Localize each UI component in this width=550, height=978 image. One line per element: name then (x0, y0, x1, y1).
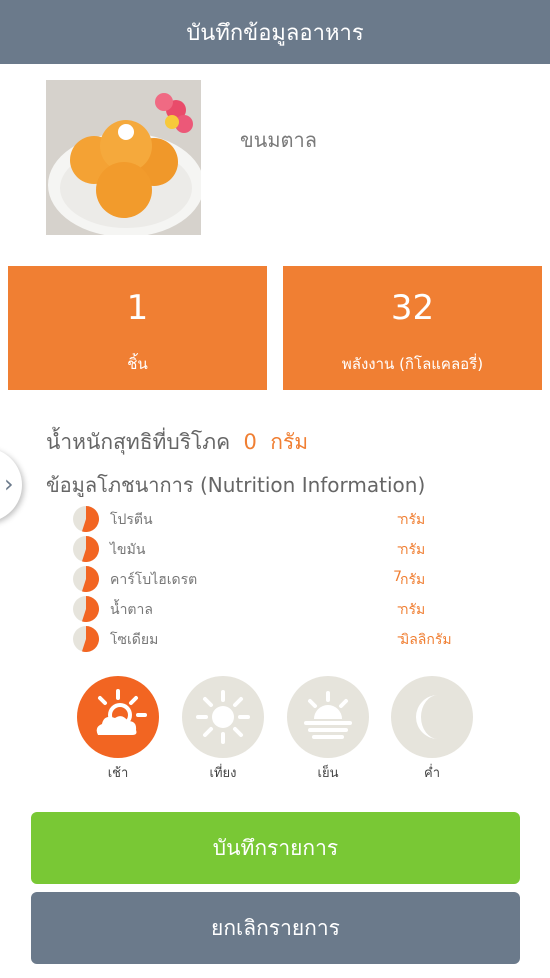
net-weight-value: 0 (243, 430, 257, 454)
moon-icon (391, 676, 473, 758)
meal-dinner[interactable]: เย็น (287, 676, 369, 783)
quantity-box[interactable]: 1 ชิ้น (8, 266, 267, 390)
nutrient-unit: กรัม (400, 542, 426, 558)
nutrient-pie-icon (73, 536, 99, 562)
quantity-label: ชิ้น (127, 355, 148, 373)
nutrient-name: น้ำตาล (110, 602, 153, 618)
app-header: บันทึกข้อมูลอาหาร (0, 0, 550, 64)
nutrient-pie-icon (73, 596, 99, 622)
nutrient-pie-icon (73, 566, 99, 592)
nutrition-title: ข้อมูลโภชนาการ (Nutrition Information) (46, 473, 426, 497)
net-weight-row: น้ำหนักสุทธิที่บริโภค 0 กรัม (46, 426, 308, 459)
page-title: บันทึกข้อมูลอาหาร (186, 20, 364, 46)
nutrient-name: ไขมัน (110, 542, 146, 558)
nutrient-value: - (396, 629, 402, 645)
energy-label: พลังงาน (กิโลแคลอรี่) (341, 355, 484, 373)
nutrition-row-sodium: โซเดียม - มิลลิกรัม (72, 625, 462, 653)
save-entry-button[interactable]: บันทึกรายการ (31, 812, 520, 884)
chevron-right-icon: › (4, 470, 14, 498)
side-drawer-tab[interactable]: › (0, 448, 22, 522)
quantity-value: 1 (126, 288, 149, 328)
nutrient-pie-icon (73, 626, 99, 652)
sun-icon (182, 676, 264, 758)
nutrient-value: - (396, 539, 402, 555)
meal-label: เย็น (317, 766, 339, 781)
food-photo (46, 80, 201, 235)
nutrient-unit: มิลลิกรัม (400, 632, 452, 648)
nutrient-value: - (396, 509, 402, 525)
nutrient-name: คาร์โบไฮเดรต (110, 572, 198, 588)
meal-lunch[interactable]: เที่ยง (182, 676, 264, 783)
nutrient-name: โปรตีน (110, 512, 153, 528)
meal-label: ค่ำ (424, 766, 440, 781)
net-weight-label: น้ำหนักสุทธิที่บริโภค (46, 430, 231, 454)
meal-breakfast[interactable]: เช้า (77, 676, 159, 783)
nutrient-unit: กรัม (400, 602, 426, 618)
food-name: ขนมตาล (240, 128, 318, 152)
meal-label: เที่ยง (209, 766, 237, 781)
nutrition-row-sugar: น้ำตาล - กรัม (72, 595, 462, 623)
nutrient-unit: กรัม (400, 512, 426, 528)
meal-label: เช้า (107, 766, 129, 781)
nutrient-unit: กรัม (400, 572, 426, 588)
energy-box: 32 พลังงาน (กิโลแคลอรี่) (283, 266, 542, 390)
cancel-entry-button[interactable]: ยกเลิกรายการ (31, 892, 520, 964)
meal-night[interactable]: ค่ำ (391, 676, 473, 783)
nutrient-name: โซเดียม (110, 632, 159, 648)
sunset-icon (287, 676, 369, 758)
nutrition-row-carbohydrate: คาร์โบไฮเดรต 7 กรัม (72, 565, 462, 593)
sun-cloud-icon (77, 676, 159, 758)
energy-value: 32 (390, 288, 435, 328)
nutrition-row-protein: โปรตีน - กรัม (72, 505, 462, 533)
nutrition-row-fat: ไขมัน - กรัม (72, 535, 462, 563)
nutrient-value: - (396, 599, 402, 615)
nutrient-value: 7 (393, 569, 402, 585)
nutrient-pie-icon (73, 506, 99, 532)
net-weight-unit: กรัม (270, 430, 309, 454)
